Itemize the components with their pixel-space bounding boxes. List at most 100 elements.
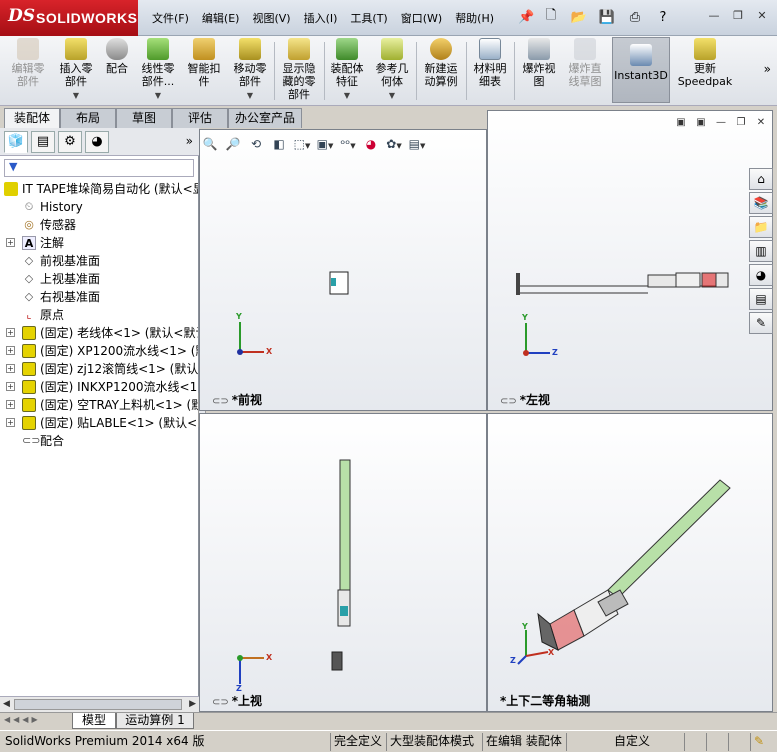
move-component-button[interactable]: 移动零 部件 ▼ bbox=[228, 38, 272, 104]
help-icon[interactable]: ? bbox=[652, 6, 674, 28]
link-icon[interactable]: ⊂⊃ bbox=[212, 396, 229, 407]
tab-layout[interactable]: 布局 bbox=[60, 108, 116, 128]
section-view-icon[interactable]: ◧ bbox=[269, 135, 289, 153]
expand-icon[interactable]: + bbox=[6, 238, 15, 247]
tree-root[interactable]: IT TAPE堆垛简易自动化 (默认<显 bbox=[2, 180, 198, 198]
menu-insert[interactable]: 插入(I) bbox=[300, 10, 347, 26]
tree-item-component[interactable]: + (固定) 老线体<1> (默认<默认 bbox=[2, 324, 198, 342]
exploded-view-button[interactable]: 爆炸视 图 bbox=[516, 38, 562, 104]
tree-item-annotations[interactable]: + A 注解 bbox=[2, 234, 198, 252]
menu-window[interactable]: 窗口(W) bbox=[397, 10, 451, 26]
tab-sketch[interactable]: 草图 bbox=[116, 108, 172, 128]
appearances-icon[interactable]: ◕ bbox=[749, 264, 773, 286]
tag-icon[interactable]: ✎ bbox=[750, 733, 775, 751]
custom-properties-icon[interactable]: ▤ bbox=[749, 288, 773, 310]
menu-view[interactable]: 视图(V) bbox=[248, 10, 299, 26]
explode-line-sketch-button[interactable]: 爆炸直 线草图 bbox=[562, 38, 608, 104]
tree-item-top-plane[interactable]: ◇ 上视基准面 bbox=[2, 270, 198, 288]
viewport-left[interactable]: Y Z ⊂⊃ *左视 bbox=[487, 110, 773, 411]
edit-component-button[interactable]: 编辑零 部件 bbox=[4, 38, 52, 104]
scenes-icon[interactable]: ✿▼ bbox=[384, 135, 404, 153]
tree-item-sensors[interactable]: ◎ 传感器 bbox=[2, 216, 198, 234]
display-manager-tab-icon[interactable]: ◕ bbox=[85, 131, 109, 153]
view-settings-icon[interactable]: ▤▼ bbox=[407, 135, 427, 153]
close-icon[interactable]: ✕ bbox=[753, 8, 771, 24]
smart-fasteners-button[interactable]: 智能扣 件 bbox=[182, 38, 226, 104]
chevron-down-icon[interactable]: ▼ bbox=[54, 89, 98, 102]
link-icon[interactable]: ⊂⊃ bbox=[500, 396, 517, 407]
print-icon[interactable]: ⎙ bbox=[624, 6, 646, 28]
display-style-icon[interactable]: ▣▼ bbox=[315, 135, 335, 153]
tree-item-right-plane[interactable]: ◇ 右视基准面 bbox=[2, 288, 198, 306]
new-motion-study-button[interactable]: 新建运 动算例 bbox=[418, 38, 464, 104]
viewport-top[interactable]: X Z ⊂⊃ *上视 bbox=[199, 413, 487, 712]
chevron-right-icon[interactable]: » bbox=[764, 62, 771, 76]
tree-filter-input[interactable]: ▼ bbox=[4, 159, 194, 177]
solidworks-forum-icon[interactable]: ✎ bbox=[749, 312, 773, 334]
scroll-right-icon[interactable]: ▶ bbox=[189, 699, 196, 709]
tree-item-history[interactable]: ⏲ History bbox=[2, 198, 198, 216]
bill-of-materials-button[interactable]: 材料明 细表 bbox=[468, 38, 512, 104]
expand-icon[interactable]: + bbox=[6, 418, 15, 427]
tree-item-component[interactable]: + (固定) XP1200流水线<1> (默认 bbox=[2, 342, 198, 360]
tab-model[interactable]: 模型 bbox=[72, 713, 116, 729]
restore-icon[interactable]: ❐ bbox=[733, 116, 749, 130]
expand-icon[interactable]: + bbox=[6, 382, 15, 391]
assembly-features-button[interactable]: 装配体 特征 ▼ bbox=[326, 38, 368, 104]
tree-item-mates[interactable]: ⊂⊃ 配合 bbox=[2, 432, 198, 450]
menu-tools[interactable]: 工具(T) bbox=[346, 10, 396, 26]
chevron-right-icon[interactable]: » bbox=[186, 134, 193, 148]
status-units[interactable]: 自定义 bbox=[566, 733, 676, 751]
viewport-iso[interactable]: Y X Z *上下二等角轴测 bbox=[487, 413, 773, 712]
feature-tree-tab-icon[interactable]: 🧊 bbox=[4, 131, 28, 153]
tree-item-component[interactable]: + (固定) 贴LABLE<1> (默认<<默 bbox=[2, 414, 198, 432]
configuration-manager-tab-icon[interactable]: ⚙ bbox=[58, 131, 82, 153]
view-icon[interactable]: ▣ bbox=[693, 116, 709, 130]
solidworks-logo[interactable]: DS SOLIDWORKS bbox=[0, 0, 138, 36]
zoom-area-icon[interactable]: 🔎 bbox=[223, 135, 243, 153]
menu-edit[interactable]: 编辑(E) bbox=[198, 10, 249, 26]
chevron-down-icon[interactable]: ▼ bbox=[326, 89, 368, 102]
restore-icon[interactable]: ❐ bbox=[729, 8, 747, 24]
tree-item-front-plane[interactable]: ◇ 前视基准面 bbox=[2, 252, 198, 270]
view-icon[interactable]: ▣ bbox=[673, 116, 689, 130]
tree-item-component[interactable]: + (固定) zj12滚筒线<1> (默认<默 bbox=[2, 360, 198, 378]
tree-item-component[interactable]: + (固定) INKXP1200流水线<1> ( bbox=[2, 378, 198, 396]
home-icon[interactable]: ⌂ bbox=[749, 168, 773, 190]
horizontal-scrollbar[interactable]: ◀ ▶ bbox=[0, 696, 199, 712]
view-palette-icon[interactable]: ▥ bbox=[749, 240, 773, 262]
insert-components-button[interactable]: 插入零 部件 ▼ bbox=[54, 38, 98, 104]
zoom-to-fit-icon[interactable]: 🔍 bbox=[200, 135, 220, 153]
tab-office-products[interactable]: 办公室产品 bbox=[228, 108, 302, 128]
tab-assembly[interactable]: 装配体 bbox=[4, 108, 60, 129]
tab-evaluate[interactable]: 评估 bbox=[172, 108, 228, 128]
file-explorer-icon[interactable]: 📁 bbox=[749, 216, 773, 238]
edit-appearance-icon[interactable]: ◕ bbox=[361, 135, 381, 153]
tab-navigation-icon[interactable]: ◀◀◀▶ bbox=[4, 715, 41, 724]
link-icon[interactable]: ⊂⊃ bbox=[212, 697, 229, 708]
close-icon[interactable]: ✕ bbox=[753, 116, 769, 130]
save-icon[interactable]: 💾 bbox=[596, 6, 618, 28]
hide-show-items-icon[interactable]: ᵒᵒ▼ bbox=[338, 135, 358, 153]
scrollbar-thumb[interactable] bbox=[14, 699, 182, 710]
show-hidden-components-button[interactable]: 显示隐 藏的零 部件 bbox=[276, 38, 322, 104]
reference-geometry-button[interactable]: 参考几 何体 ▼ bbox=[370, 38, 414, 104]
new-icon[interactable]: 🗋 bbox=[540, 6, 562, 28]
expand-icon[interactable]: + bbox=[6, 328, 15, 337]
expand-icon[interactable]: + bbox=[6, 364, 15, 373]
expand-icon[interactable]: + bbox=[6, 346, 15, 355]
viewport-front[interactable]: Y X ⊂⊃ *前视 bbox=[199, 129, 487, 411]
previous-view-icon[interactable]: ⟲ bbox=[246, 135, 266, 153]
open-icon[interactable]: 📂 bbox=[568, 6, 590, 28]
design-library-icon[interactable]: 📚 bbox=[749, 192, 773, 214]
update-speedpak-button[interactable]: 更新 Speedpak bbox=[674, 38, 736, 104]
chevron-down-icon[interactable]: ▼ bbox=[136, 89, 180, 102]
property-manager-tab-icon[interactable]: ▤ bbox=[31, 131, 55, 153]
minimize-icon[interactable]: — bbox=[713, 116, 729, 130]
linear-pattern-button[interactable]: 线性零 部件... ▼ bbox=[136, 38, 180, 104]
tab-motion-study-1[interactable]: 运动算例 1 bbox=[116, 713, 194, 729]
tree-item-component[interactable]: + (固定) 空TRAY上料机<1> (默认 bbox=[2, 396, 198, 414]
menu-help[interactable]: 帮助(H) bbox=[451, 10, 503, 26]
mate-button[interactable]: 配合 bbox=[100, 38, 134, 104]
pin-icon[interactable]: 📌 bbox=[518, 10, 534, 25]
